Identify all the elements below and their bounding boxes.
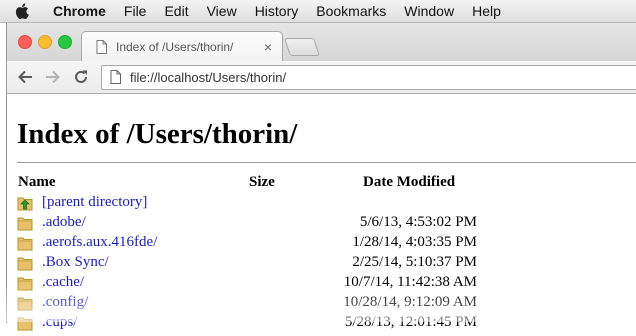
date-modified: 10/7/14, 11:42:38 AM xyxy=(343,274,477,290)
parent-directory-link[interactable]: [parent directory] xyxy=(42,194,147,211)
folder-link[interactable]: .aerofs.aux.416fde/ xyxy=(42,234,157,251)
folder-link[interactable]: .cache/ xyxy=(42,274,84,291)
menu-bookmarks[interactable]: Bookmarks xyxy=(307,0,395,22)
column-header-name[interactable]: Name xyxy=(18,174,56,191)
minimize-window-button[interactable] xyxy=(38,35,52,49)
divider xyxy=(17,162,636,163)
url-text[interactable]: file://localhost/Users/thorin/ xyxy=(130,70,286,85)
browser-window: Index of /Users/thorin/ × file://localho… xyxy=(6,23,636,331)
menu-help[interactable]: Help xyxy=(463,0,510,22)
menu-app-name[interactable]: Chrome xyxy=(44,0,115,22)
zoom-window-button[interactable] xyxy=(58,35,72,49)
tab-title: Index of /Users/thorin/ xyxy=(116,40,234,54)
page-title: Index of /Users/thorin/ xyxy=(17,118,298,150)
toolbar: file://localhost/Users/thorin/ xyxy=(7,61,636,94)
date-modified: 5/28/13, 12:01:45 PM xyxy=(344,314,477,330)
column-header-size[interactable]: Size xyxy=(249,174,275,191)
date-modified: 5/6/13, 4:53:02 PM xyxy=(359,214,477,230)
page-content: Index of /Users/thorin/ Name Size Date M… xyxy=(7,94,636,331)
close-window-button[interactable] xyxy=(18,35,32,49)
document-icon xyxy=(96,40,107,59)
close-tab-icon[interactable]: × xyxy=(264,39,272,55)
folder-link[interactable]: .adobe/ xyxy=(42,214,86,231)
menu-edit[interactable]: Edit xyxy=(155,0,197,22)
table-row: .Box Sync/ 2/25/14, 5:10:37 PM xyxy=(17,253,477,273)
menu-history[interactable]: History xyxy=(246,0,308,22)
date-modified: 10/28/14, 9:12:09 AM xyxy=(343,294,477,310)
table-row: .cups/ 5/28/13, 12:01:45 PM xyxy=(17,313,477,333)
table-row: .adobe/ 5/6/13, 4:53:02 PM xyxy=(17,213,477,233)
date-modified: 2/25/14, 5:10:37 PM xyxy=(352,254,477,270)
browser-tab[interactable]: Index of /Users/thorin/ × xyxy=(81,31,283,62)
folder-icon xyxy=(17,315,33,336)
date-modified: 1/28/14, 4:03:35 PM xyxy=(352,234,477,250)
new-tab-button[interactable] xyxy=(284,38,320,56)
menu-window[interactable]: Window xyxy=(395,0,463,22)
folder-link[interactable]: .cups/ xyxy=(42,314,77,331)
tab-strip: Index of /Users/thorin/ × xyxy=(7,23,636,62)
page-icon xyxy=(110,70,121,89)
forward-arrow-icon[interactable] xyxy=(43,67,63,87)
column-header-date[interactable]: Date Modified xyxy=(363,174,455,191)
folder-link[interactable]: .Box Sync/ xyxy=(42,254,109,271)
apple-logo-icon[interactable] xyxy=(0,0,44,22)
reload-icon[interactable] xyxy=(71,67,91,87)
table-row: [parent directory] xyxy=(17,193,477,213)
address-bar[interactable]: file://localhost/Users/thorin/ xyxy=(101,65,636,90)
back-arrow-icon[interactable] xyxy=(15,67,35,87)
table-row: .cache/ 10/7/14, 11:42:38 AM xyxy=(17,273,477,293)
table-row: .aerofs.aux.416fde/ 1/28/14, 4:03:35 PM xyxy=(17,233,477,253)
table-row: .config/ 10/28/14, 9:12:09 AM xyxy=(17,293,477,313)
menu-file[interactable]: File xyxy=(115,0,156,22)
menu-view[interactable]: View xyxy=(198,0,246,22)
folder-link[interactable]: .config/ xyxy=(42,294,88,311)
menu-bar: Chrome File Edit View History Bookmarks … xyxy=(0,0,636,23)
